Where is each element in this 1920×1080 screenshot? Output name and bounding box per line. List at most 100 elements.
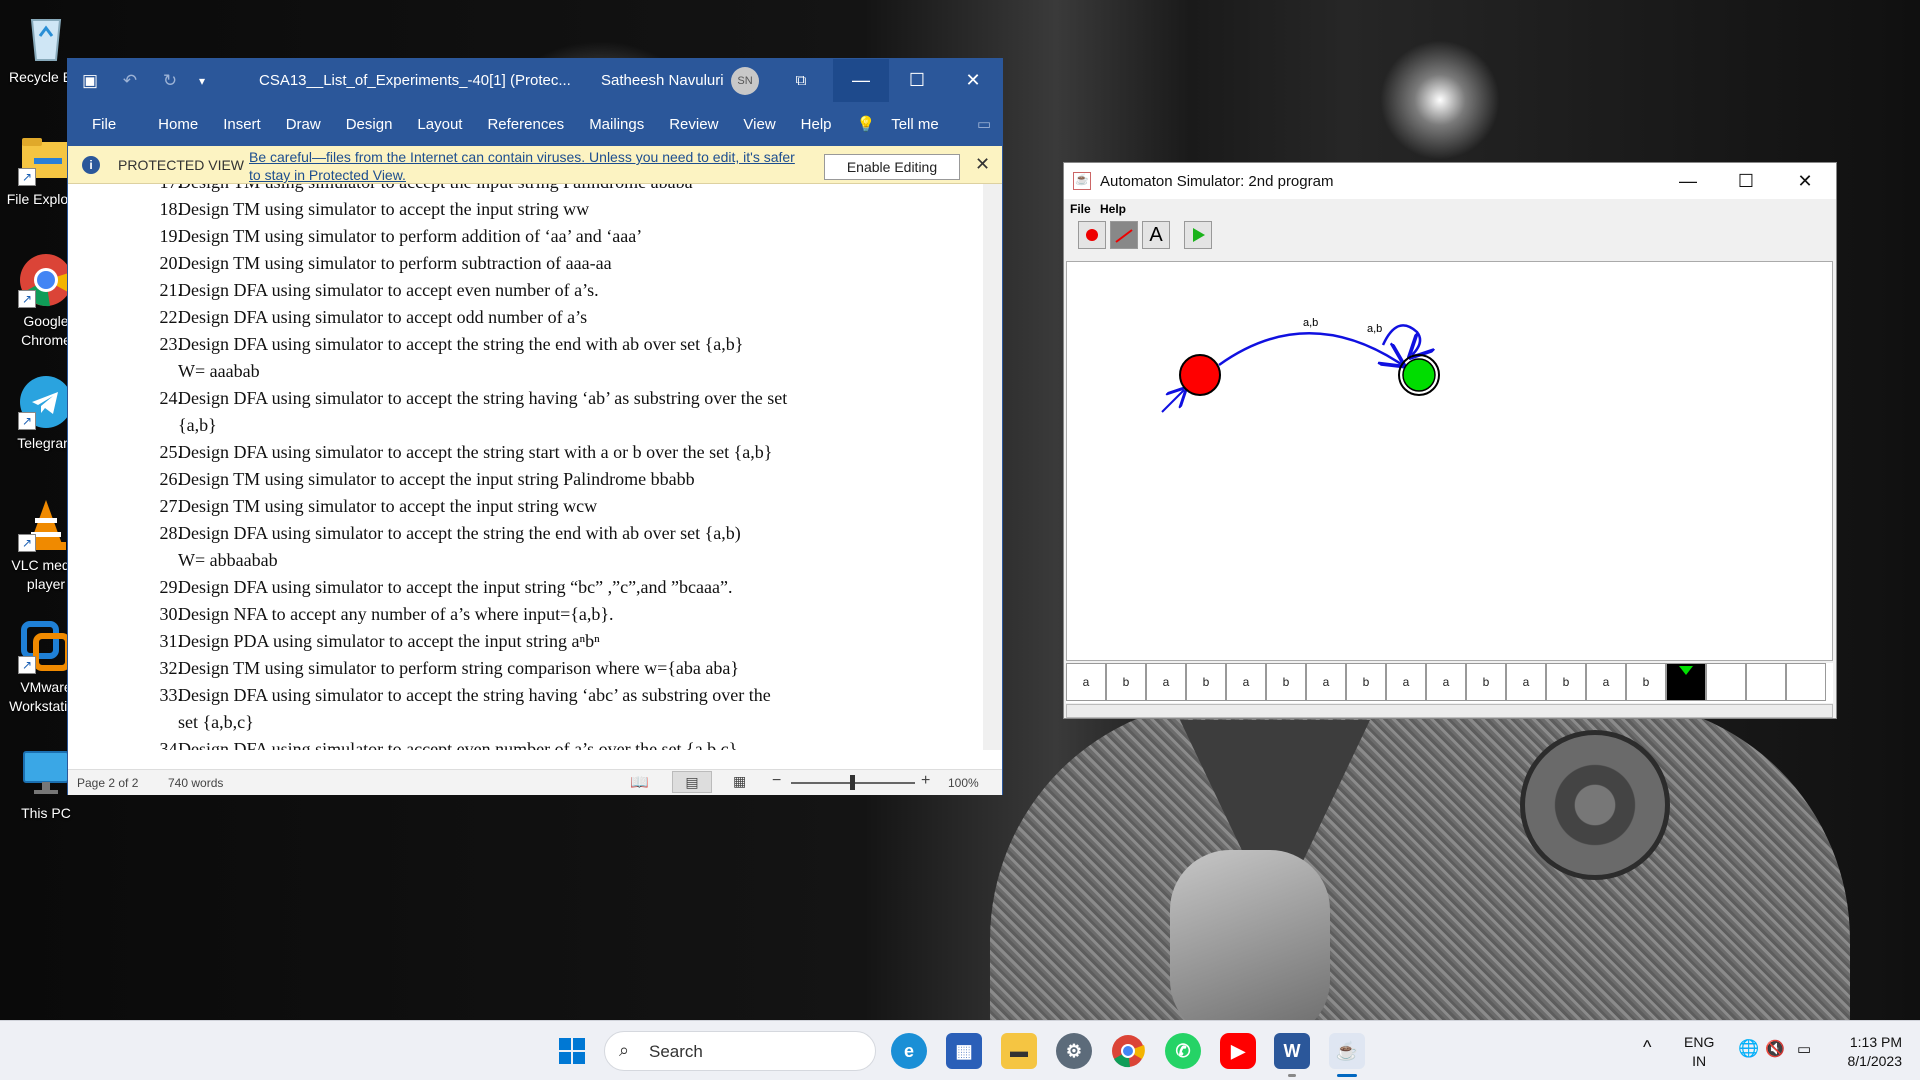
accept-state[interactable] [1402, 358, 1436, 392]
line-text: Design TM using simulator to accept the … [178, 496, 598, 516]
close-icon[interactable]: ✕ [975, 154, 990, 175]
clock[interactable]: 1:13 PM 8/1/2023 [1836, 1033, 1903, 1071]
tab-insert[interactable]: Insert [223, 116, 261, 133]
line-text: Design PDA using simulator to accept the… [178, 631, 600, 651]
tape-cell[interactable] [1786, 663, 1826, 701]
print-layout-icon[interactable]: ▤ [672, 771, 712, 793]
user-name[interactable]: Satheesh Navuluri [601, 72, 724, 89]
youtube-icon[interactable]: ▶ [1220, 1033, 1256, 1069]
redo-icon[interactable]: ↻ [156, 71, 184, 91]
self-loop-edge[interactable] [1381, 324, 1420, 355]
show-hidden-icons[interactable]: ^ [1643, 1037, 1651, 1058]
transition-edge[interactable] [1218, 332, 1401, 365]
zoom-out-button[interactable]: − [772, 772, 781, 790]
tape-cell[interactable]: a [1426, 663, 1466, 701]
tab-references[interactable]: References [487, 116, 564, 133]
maximize-button[interactable]: ☐ [889, 59, 945, 102]
zoom-level[interactable]: 100% [948, 776, 979, 790]
start-arrow [1161, 390, 1184, 413]
line-text: Design NFA to accept any number of a’s w… [178, 604, 614, 624]
tape-cell[interactable] [1706, 663, 1746, 701]
taskbar-search[interactable]: ⌕ Search [604, 1031, 876, 1071]
tape-cell[interactable]: a [1306, 663, 1346, 701]
zoom-in-button[interactable]: + [921, 772, 930, 790]
settings-icon[interactable]: ⚙ [1056, 1033, 1092, 1069]
battery-icon[interactable]: ▭ [1797, 1040, 1811, 1058]
menu-help[interactable]: Help [1100, 202, 1126, 216]
tape-cell[interactable] [1746, 663, 1786, 701]
language-indicator[interactable]: ENG IN [1684, 1033, 1714, 1071]
status-bar: Page 2 of 2 740 words 📖 ▤ ▦ − + 100% [68, 769, 1002, 795]
tell-me-search[interactable]: Tell me [891, 116, 939, 133]
minimize-button[interactable]: — [1658, 163, 1718, 199]
tape-cell[interactable]: a [1066, 663, 1106, 701]
text-tool-icon[interactable]: A [1142, 221, 1170, 249]
tape-cell[interactable]: b [1546, 663, 1586, 701]
add-state-tool-icon[interactable] [1078, 221, 1106, 249]
maximize-button[interactable]: ☐ [1716, 163, 1776, 199]
close-button[interactable]: ✕ [945, 59, 1001, 102]
input-tape[interactable]: ababababaababab [1066, 663, 1833, 703]
undo-icon[interactable]: ↶ [116, 71, 144, 91]
network-icon[interactable]: 🌐 [1738, 1039, 1759, 1059]
word-icon[interactable]: W [1274, 1033, 1310, 1069]
tab-design[interactable]: Design [346, 116, 393, 133]
tape-cell[interactable]: a [1586, 663, 1626, 701]
tab-view[interactable]: View [743, 116, 775, 133]
read-mode-icon[interactable]: 📖 [630, 773, 649, 791]
file-explorer-icon[interactable]: ▬ [1001, 1033, 1037, 1069]
tape-cell[interactable]: b [1346, 663, 1386, 701]
transition-label[interactable]: a,b [1303, 317, 1318, 329]
avatar[interactable]: SN [731, 67, 759, 95]
minimize-button[interactable]: — [833, 59, 889, 102]
tape-head-cell[interactable] [1666, 663, 1706, 701]
close-button[interactable]: ✕ [1775, 163, 1835, 199]
ribbon-display-icon[interactable]: ⧉ [773, 59, 829, 102]
protected-view-message[interactable]: Be careful—files from the Internet can c… [249, 148, 809, 184]
comments-icon[interactable]: ▭ [977, 115, 991, 133]
edge-icon[interactable]: e [891, 1033, 927, 1069]
vertical-scrollbar[interactable] [983, 184, 1002, 750]
horizontal-scrollbar[interactable] [1066, 704, 1833, 718]
run-simulation-icon[interactable] [1184, 221, 1212, 249]
page-count[interactable]: Page 2 of 2 [77, 776, 138, 790]
windows-start-icon[interactable] [554, 1033, 590, 1069]
start-state[interactable] [1179, 354, 1221, 396]
tape-cell[interactable]: a [1506, 663, 1546, 701]
volume-muted-icon[interactable]: 🔇 [1765, 1039, 1785, 1059]
tape-cell[interactable]: b [1266, 663, 1306, 701]
tab-file[interactable]: File [92, 116, 116, 133]
add-transition-tool-icon[interactable] [1110, 221, 1138, 249]
store-icon[interactable]: ▦ [946, 1033, 982, 1069]
tape-cell[interactable]: a [1386, 663, 1426, 701]
tape-cell[interactable]: b [1186, 663, 1226, 701]
java-icon[interactable]: ☕ [1329, 1033, 1365, 1069]
tab-layout[interactable]: Layout [417, 116, 462, 133]
word-count[interactable]: 740 words [168, 776, 223, 790]
enable-editing-button[interactable]: Enable Editing [824, 154, 960, 180]
region-code: IN [1692, 1053, 1707, 1069]
tape-cell[interactable]: b [1626, 663, 1666, 701]
tape-cell[interactable]: b [1466, 663, 1506, 701]
taskbar: ⌕ Search e ▦ ▬ ⚙ ✆ ▶ W ☕ ^ ENG IN 🌐 🔇 ▭ … [0, 1020, 1920, 1080]
line-number: 24. [159, 388, 183, 408]
whatsapp-icon[interactable]: ✆ [1165, 1033, 1201, 1069]
tape-cell[interactable]: a [1146, 663, 1186, 701]
document-page[interactable]: 17.Design TM using simulator to accept t… [68, 184, 983, 750]
tape-cell[interactable]: a [1226, 663, 1266, 701]
tab-draw[interactable]: Draw [286, 116, 321, 133]
line-text: Design DFA using simulator to accept eve… [178, 280, 599, 300]
web-layout-icon[interactable]: ▦ [733, 773, 746, 790]
customize-quick-access-icon[interactable]: ▾ [188, 74, 216, 88]
tape-cell[interactable]: b [1106, 663, 1146, 701]
tab-review[interactable]: Review [669, 116, 718, 133]
zoom-slider-thumb[interactable] [850, 775, 855, 790]
save-icon[interactable]: ▣ [76, 71, 104, 91]
tab-mailings[interactable]: Mailings [589, 116, 644, 133]
transition-label[interactable]: a,b [1367, 323, 1382, 335]
automaton-canvas[interactable]: a,b a,b [1066, 261, 1833, 661]
tab-help[interactable]: Help [801, 116, 832, 133]
menu-file[interactable]: File [1070, 202, 1091, 216]
tab-home[interactable]: Home [158, 116, 198, 133]
chrome-icon[interactable] [1110, 1033, 1146, 1069]
